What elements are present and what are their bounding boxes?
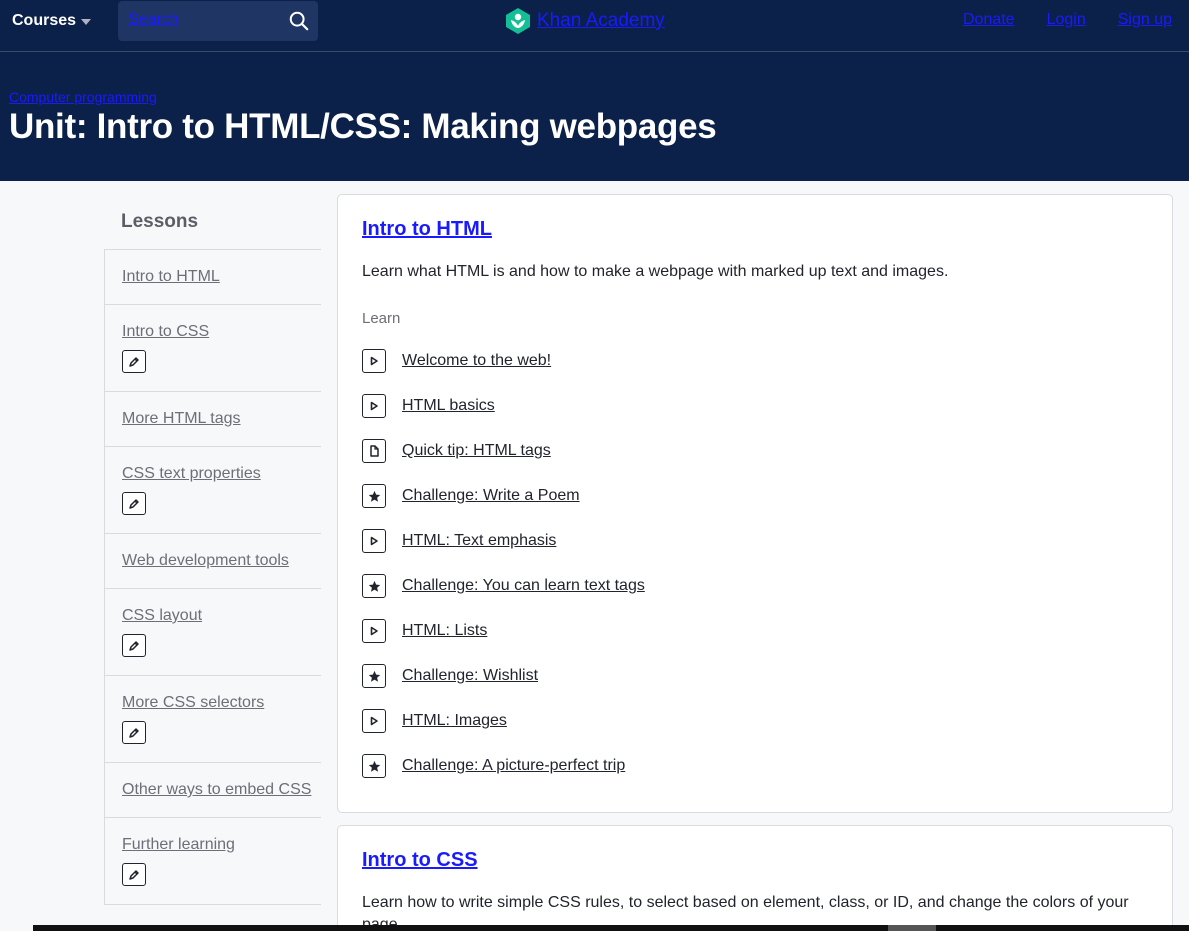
sidebar-item[interactable]: Intro to CSS [104,305,321,392]
lesson-card-intro-html: Intro to HTML Learn what HTML is and how… [337,194,1173,813]
star-icon [362,484,386,508]
sidebar-item-label[interactable]: Further learning [122,836,235,853]
pencil-icon [122,492,146,515]
sidebar-item[interactable]: CSS text properties [104,447,321,534]
top-nav: Courses Search Khan Academy Donate Login… [0,0,1189,52]
lesson-description: Learn what HTML is and how to make a web… [362,263,949,280]
sidebar-item-label[interactable]: CSS text properties [122,465,261,482]
star-icon [362,664,386,688]
courses-label: Courses [12,12,77,29]
sidebar-item-label[interactable]: Intro to CSS [122,323,209,340]
lesson-item[interactable]: HTML basics [362,394,495,418]
star-icon [362,574,386,598]
play-icon [362,349,386,373]
play-icon [362,394,386,418]
sidebar-item-label[interactable]: More CSS selectors [122,694,264,711]
login-link[interactable]: Login [1047,11,1086,29]
sidebar-item[interactable]: More CSS selectors [104,676,321,763]
courses-menu-button[interactable]: Courses [12,11,92,31]
lessons-sidebar: Lessons Intro to HTML Intro to CSS More HT… [104,194,321,905]
khan-academy-logo-icon [506,8,530,34]
sidebar-item[interactable]: Intro to HTML [104,250,321,305]
sidebar-item-label[interactable]: More HTML tags [122,410,241,427]
lesson-item-link[interactable]: Challenge: Wishlist [402,667,538,685]
lesson-item-link[interactable]: HTML: Lists [402,622,487,640]
search-input[interactable]: Search [128,11,179,29]
lesson-item-link[interactable]: HTML: Text emphasis [402,532,556,550]
signup-link[interactable]: Sign up [1118,11,1172,29]
play-icon [362,529,386,553]
pencil-icon [122,350,146,373]
article-icon [362,439,386,463]
lesson-item-link[interactable]: Challenge: You can learn text tags [402,577,645,595]
pencil-icon [122,863,146,886]
lesson-item[interactable]: Quick tip: HTML tags [362,439,551,463]
sidebar-item[interactable]: Web development tools [104,534,321,589]
lesson-item[interactable]: Challenge: You can learn text tags [362,574,645,598]
sidebar-item-label[interactable]: CSS layout [122,607,202,624]
unit-header: Computer programming Unit: Intro to HTML… [0,52,1189,181]
lesson-title[interactable]: Intro to HTML [362,218,492,241]
lesson-card-intro-css: Intro to CSS Learn how to write simple C… [337,825,1173,931]
sidebar-list: Intro to HTML Intro to CSS More HTML tags C… [104,250,321,905]
lesson-item-link[interactable]: Welcome to the web! [402,352,551,370]
brand-logo-link[interactable]: Khan Academy [505,6,665,36]
chevron-down-icon [81,19,92,25]
sidebar-item[interactable]: CSS layout [104,589,321,676]
sidebar-item[interactable]: Further learning [104,818,321,905]
sidebar-heading: Lessons [104,194,321,250]
brand-name[interactable]: Khan Academy [537,10,665,32]
lesson-item[interactable]: Challenge: A picture-perfect trip [362,754,625,778]
star-icon [362,754,386,778]
lesson-item[interactable]: Welcome to the web! [362,349,551,373]
donate-link[interactable]: Donate [963,11,1015,29]
pencil-icon [122,721,146,744]
play-icon [362,619,386,643]
horizontal-scrollbar[interactable] [33,925,1189,931]
nav-links: Donate Login Sign up [963,11,1172,29]
sidebar-item-label[interactable]: Web development tools [122,552,289,569]
lesson-title[interactable]: Intro to CSS [362,849,478,872]
scrollbar-thumb[interactable] [888,925,936,931]
sidebar-item[interactable]: More HTML tags [104,392,321,447]
lesson-item-link[interactable]: Challenge: A picture-perfect trip [402,757,625,775]
search-box[interactable]: Search [118,1,318,41]
lesson-item[interactable]: HTML: Text emphasis [362,529,556,553]
lesson-item-link[interactable]: HTML basics [402,397,495,415]
lesson-item[interactable]: HTML: Images [362,709,507,733]
lesson-item[interactable]: Challenge: Wishlist [362,664,538,688]
sidebar-item-label[interactable]: Other ways to embed CSS [122,781,311,798]
lesson-item[interactable]: Challenge: Write a Poem [362,484,580,508]
sidebar-item[interactable]: Other ways to embed CSS [104,763,321,818]
learn-section-label: Learn [362,310,401,327]
lesson-item-link[interactable]: HTML: Images [402,712,507,730]
search-icon[interactable] [288,10,310,32]
lesson-item-link[interactable]: Challenge: Write a Poem [402,487,580,505]
lesson-item-link[interactable]: Quick tip: HTML tags [402,442,551,460]
play-icon [362,709,386,733]
breadcrumb[interactable]: Computer programming [9,89,157,105]
page-title: Unit: Intro to HTML/CSS: Making webpages [9,107,717,146]
lesson-item[interactable]: HTML: Lists [362,619,487,643]
sidebar-item-label[interactable]: Intro to HTML [122,268,220,285]
pencil-icon [122,634,146,657]
